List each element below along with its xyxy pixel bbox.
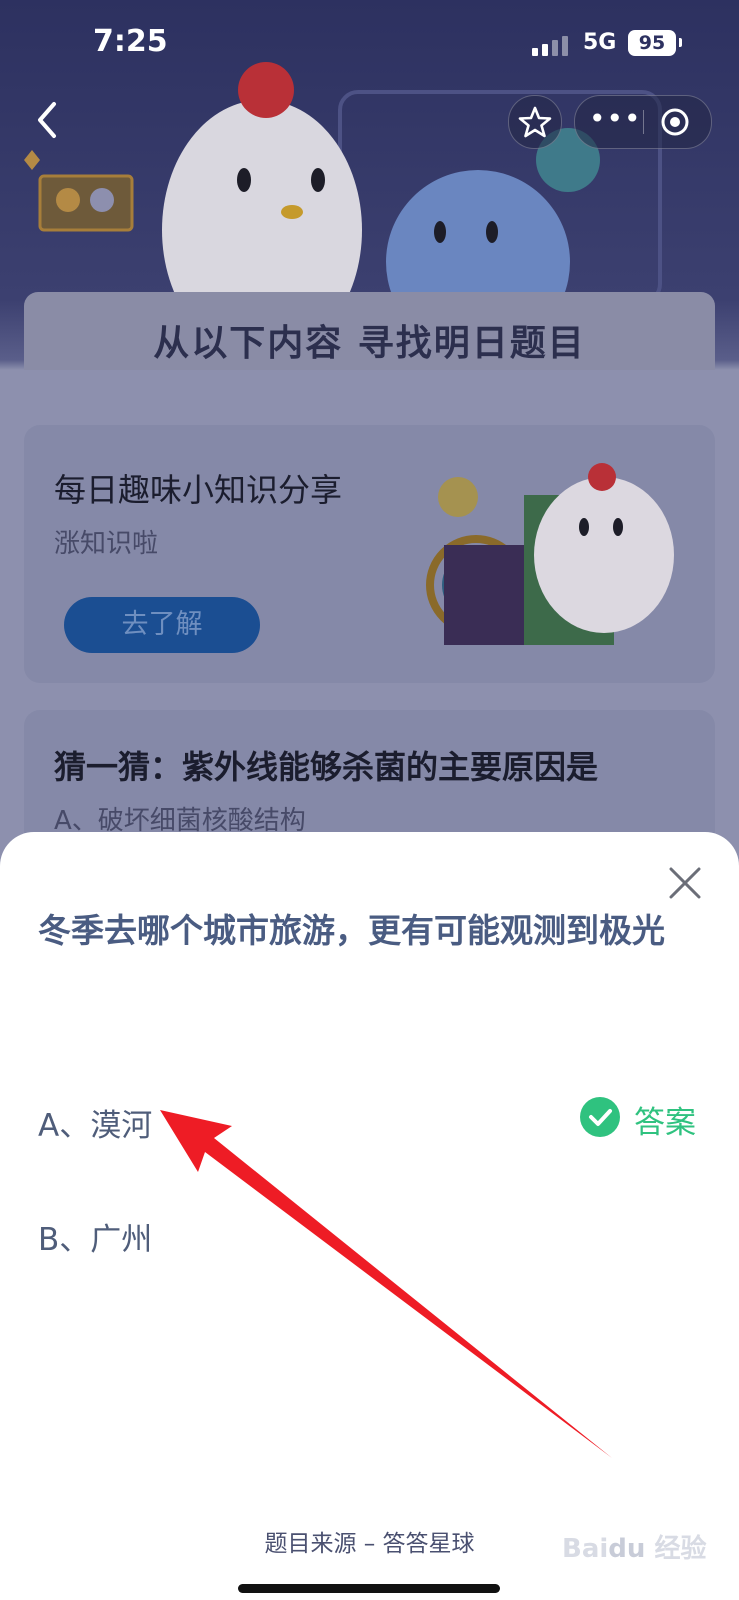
back-arrow-icon[interactable] (30, 96, 70, 144)
option-b[interactable]: B、广州 (38, 1214, 152, 1259)
more-dots-icon[interactable]: ••• (589, 104, 641, 140)
battery-icon: 95 (628, 30, 676, 56)
signal-icon (532, 36, 568, 56)
guess-title: 猜一猜：紫外线能够杀菌的主要原因是 (54, 748, 599, 786)
favorite-button[interactable] (508, 95, 562, 149)
status-bar: 7:25 5G 95 (0, 0, 739, 88)
status-time: 7:25 (93, 24, 168, 59)
checkmark-icon (580, 1097, 620, 1137)
mini-program-capsule: ••• (574, 95, 712, 149)
learn-more-button[interactable]: 去了解 (64, 597, 260, 653)
fun-fact-subtitle: 涨知识啦 (54, 529, 159, 559)
fun-fact-card[interactable]: 每日趣味小知识分享 涨知识啦 去了解 (24, 425, 715, 683)
watermark-logo: Baidu 经验 (562, 1534, 707, 1564)
option-a[interactable]: A、漠河 (38, 1100, 152, 1145)
home-indicator (238, 1584, 500, 1593)
fun-fact-title: 每日趣味小知识分享 (54, 471, 343, 509)
question-text: 冬季去哪个城市旅游，更有可能观测到极光 (38, 911, 665, 950)
hero-title: 从以下内容 寻找明日题目 (153, 323, 586, 364)
network-type: 5G (583, 30, 617, 55)
close-icon[interactable] (668, 866, 702, 900)
hero-banner: 从以下内容 寻找明日题目 (24, 292, 715, 370)
fun-fact-illustration (426, 463, 674, 645)
capsule-divider (643, 110, 644, 134)
battery-tip (679, 38, 682, 47)
target-icon[interactable] (659, 106, 691, 138)
answer-label: 答案 (634, 1105, 696, 1141)
answer-sheet: 冬季去哪个城市旅游，更有可能观测到极光 A、漠河 答案 B、广州 题目来源 – … (0, 832, 739, 1600)
star-icon (518, 106, 552, 138)
